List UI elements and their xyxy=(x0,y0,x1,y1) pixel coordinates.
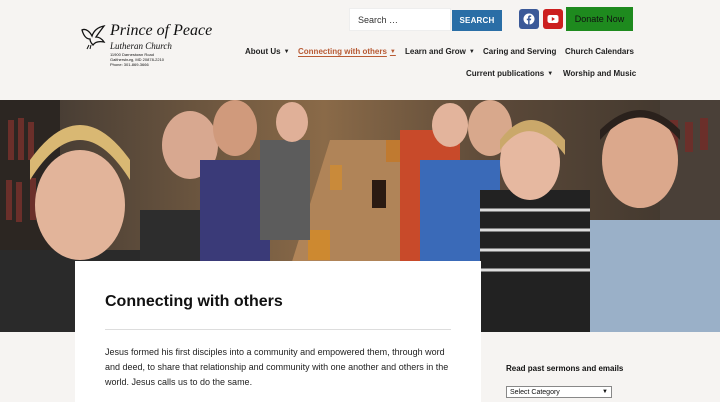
facebook-link[interactable] xyxy=(519,9,539,29)
nav-item-learn-label: Learn and Grow xyxy=(405,47,466,56)
nav-item-connecting[interactable]: Connecting with others ▼ xyxy=(298,47,396,56)
chevron-down-icon: ▼ xyxy=(547,70,554,77)
category-select-value: Select Category xyxy=(510,388,560,396)
sidebar-title: Read past sermons and emails xyxy=(506,364,624,373)
content-card: Connecting with others Jesus formed his … xyxy=(75,261,481,402)
logo-title: Prince of Peace xyxy=(110,22,213,39)
nav-item-connecting-label: Connecting with others xyxy=(298,47,387,56)
youtube-icon xyxy=(547,15,559,23)
nav-item-caring-label: Caring and Serving xyxy=(483,47,557,56)
facebook-icon xyxy=(523,13,535,25)
chevron-down-icon: ▼ xyxy=(602,389,608,395)
nav-item-learn[interactable]: Learn and Grow ▼ xyxy=(405,47,475,56)
search-button[interactable]: SEARCH xyxy=(452,10,502,31)
nav-item-publications-label: Current publications xyxy=(466,69,545,78)
nav-item-about[interactable]: About Us ▼ xyxy=(245,47,290,56)
chevron-down-icon: ▼ xyxy=(389,48,396,55)
search-input[interactable] xyxy=(349,8,451,31)
nav-item-calendars-label: Church Calendars xyxy=(565,47,634,56)
site-logo[interactable]: Prince of Peace Lutheran Church 11900 Da… xyxy=(80,22,230,72)
nav-item-calendars[interactable]: Church Calendars xyxy=(565,47,634,56)
page-title: Connecting with others xyxy=(105,293,283,310)
donate-button[interactable]: Donate Now xyxy=(566,7,633,31)
nav-item-about-label: About Us xyxy=(245,47,281,56)
site-header: Prince of Peace Lutheran Church 11900 Da… xyxy=(0,0,720,100)
nav-item-worship[interactable]: Worship and Music xyxy=(563,69,636,78)
title-divider xyxy=(105,329,451,330)
nav-item-worship-label: Worship and Music xyxy=(563,69,637,78)
chevron-down-icon: ▼ xyxy=(283,48,290,55)
nav-item-publications[interactable]: Current publications ▼ xyxy=(466,69,553,78)
youtube-link[interactable] xyxy=(543,9,563,29)
category-select[interactable]: Select Category ▼ xyxy=(506,386,612,398)
logo-phone: Phone: 301-869-3666 xyxy=(110,62,149,67)
chevron-down-icon: ▼ xyxy=(468,48,475,55)
page-intro-text: Jesus formed his first disciples into a … xyxy=(105,347,449,387)
logo-subtitle: Lutheran Church xyxy=(110,41,172,51)
nav-item-caring[interactable]: Caring and Serving xyxy=(483,47,556,56)
dove-icon xyxy=(81,25,106,50)
